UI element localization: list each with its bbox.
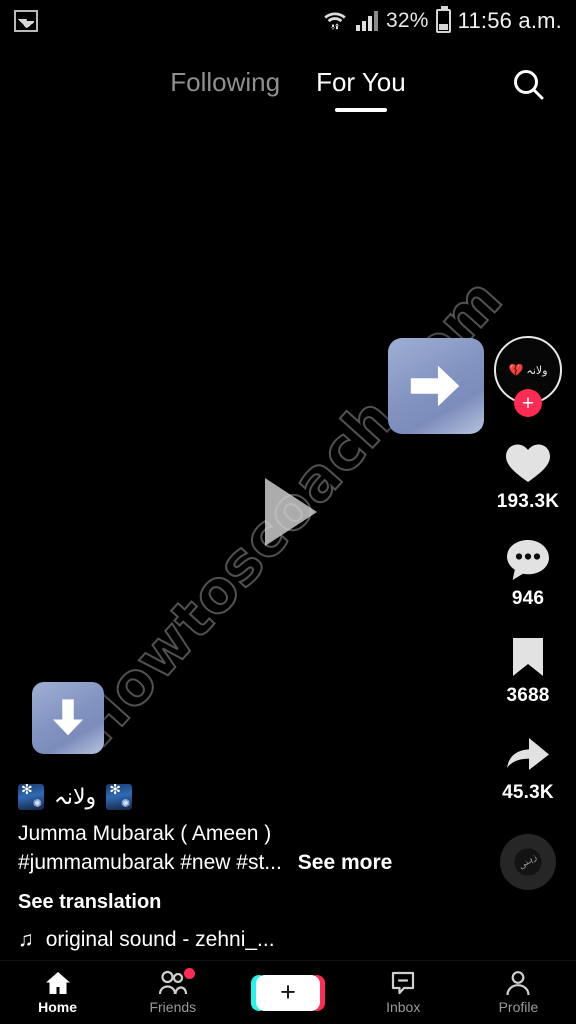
battery-icon	[435, 6, 451, 33]
bookmark-icon	[507, 632, 549, 682]
active-tab-indicator	[334, 107, 387, 112]
nav-item-create[interactable]: +	[230, 974, 345, 1011]
right-arrow-icon	[410, 365, 460, 407]
comment-icon	[504, 535, 552, 585]
top-navigation: Following For You	[0, 48, 576, 122]
share-count: 45.3K	[502, 782, 554, 803]
fireworks-emoji	[106, 784, 133, 811]
music-disc-label: زہنی	[517, 852, 539, 872]
follow-button[interactable]: +	[514, 389, 542, 417]
heart-icon	[504, 438, 552, 488]
tab-following[interactable]: Following	[170, 67, 280, 104]
home-icon	[44, 970, 72, 996]
tab-for-you-label: For You	[316, 66, 406, 97]
bookmark-button[interactable]: 3688	[506, 632, 549, 707]
create-button[interactable]: +	[251, 974, 325, 1011]
signal-icon	[356, 11, 379, 31]
caption-line-1: Jumma Mubarak ( Ameen )	[18, 822, 272, 846]
play-triangle-icon[interactable]	[265, 478, 317, 546]
status-bar-indicators: 32% 11:56 a.m.	[322, 6, 562, 34]
caption-line-2-row: #jummamubarak #new #st... See more	[18, 849, 448, 877]
status-bar: 32% 11:56 a.m.	[0, 0, 576, 42]
right-arrow-emoji	[388, 338, 484, 434]
share-arrow-icon	[504, 729, 552, 779]
nav-item-inbox[interactable]: Inbox	[346, 970, 461, 1015]
inbox-icon	[390, 970, 416, 996]
tab-for-you[interactable]: For You	[316, 66, 406, 112]
see-translation-button[interactable]: See translation	[18, 891, 448, 914]
nav-item-profile[interactable]: Profile	[461, 970, 576, 1015]
profile-icon	[505, 970, 531, 996]
action-rail: 💔 ولانہ + 193.3K 946 3688 45.3K زہنی	[480, 336, 576, 890]
nav-label-friends: Friends	[149, 999, 197, 1015]
bookmark-count: 3688	[506, 685, 550, 706]
author-handle[interactable]: ولانہ	[54, 785, 96, 810]
caption-hashtags[interactable]: #jummamubarak #new #st...	[18, 849, 282, 877]
wifi-icon	[324, 12, 346, 30]
see-more-button[interactable]: See more	[298, 849, 393, 877]
music-note-icon: ♫	[18, 928, 34, 951]
fireworks-emoji	[18, 784, 44, 811]
comment-count: 946	[511, 588, 545, 609]
friends-icon	[158, 968, 195, 996]
battery-percent-label: 32%	[386, 9, 429, 32]
avatar[interactable]: 💔 ولانہ +	[494, 336, 562, 417]
down-arrow-icon	[52, 699, 84, 736]
search-button[interactable]	[506, 62, 552, 108]
music-title-label[interactable]: original sound - zehni_...	[46, 928, 275, 952]
music-row[interactable]: ♫ original sound - zehni_...	[18, 928, 448, 952]
photo-icon	[14, 10, 38, 32]
friends-badge	[183, 968, 195, 979]
like-count: 193.3K	[496, 491, 560, 512]
nav-item-friends[interactable]: Friends	[115, 968, 230, 1015]
like-button[interactable]: 193.3K	[497, 438, 559, 513]
clock-label: 11:56 a.m.	[457, 8, 562, 33]
author-handle-row[interactable]: ولانہ	[18, 784, 448, 811]
avatar-name-label: ولانہ	[526, 363, 548, 377]
broken-heart-icon: 💔	[508, 363, 524, 377]
nav-label-inbox: Inbox	[386, 999, 421, 1015]
music-disc-icon[interactable]: زہنی	[500, 834, 556, 890]
nav-label-home: Home	[38, 999, 78, 1015]
comment-button[interactable]: 946	[504, 535, 552, 610]
video-caption-block: ولانہ Jumma Mubarak ( Ameen ) #jummamuba…	[18, 784, 448, 952]
nav-item-home[interactable]: Home	[0, 970, 115, 1015]
down-arrow-emoji	[32, 682, 104, 754]
search-icon	[514, 70, 544, 100]
create-plus-icon: +	[280, 977, 296, 1007]
tab-following-label: Following	[170, 66, 281, 97]
share-button[interactable]: 45.3K	[502, 729, 554, 804]
status-bar-notifications	[14, 10, 38, 32]
nav-label-profile: Profile	[498, 999, 539, 1015]
bottom-navigation: Home Friends + Inbox Profile	[0, 960, 576, 1024]
